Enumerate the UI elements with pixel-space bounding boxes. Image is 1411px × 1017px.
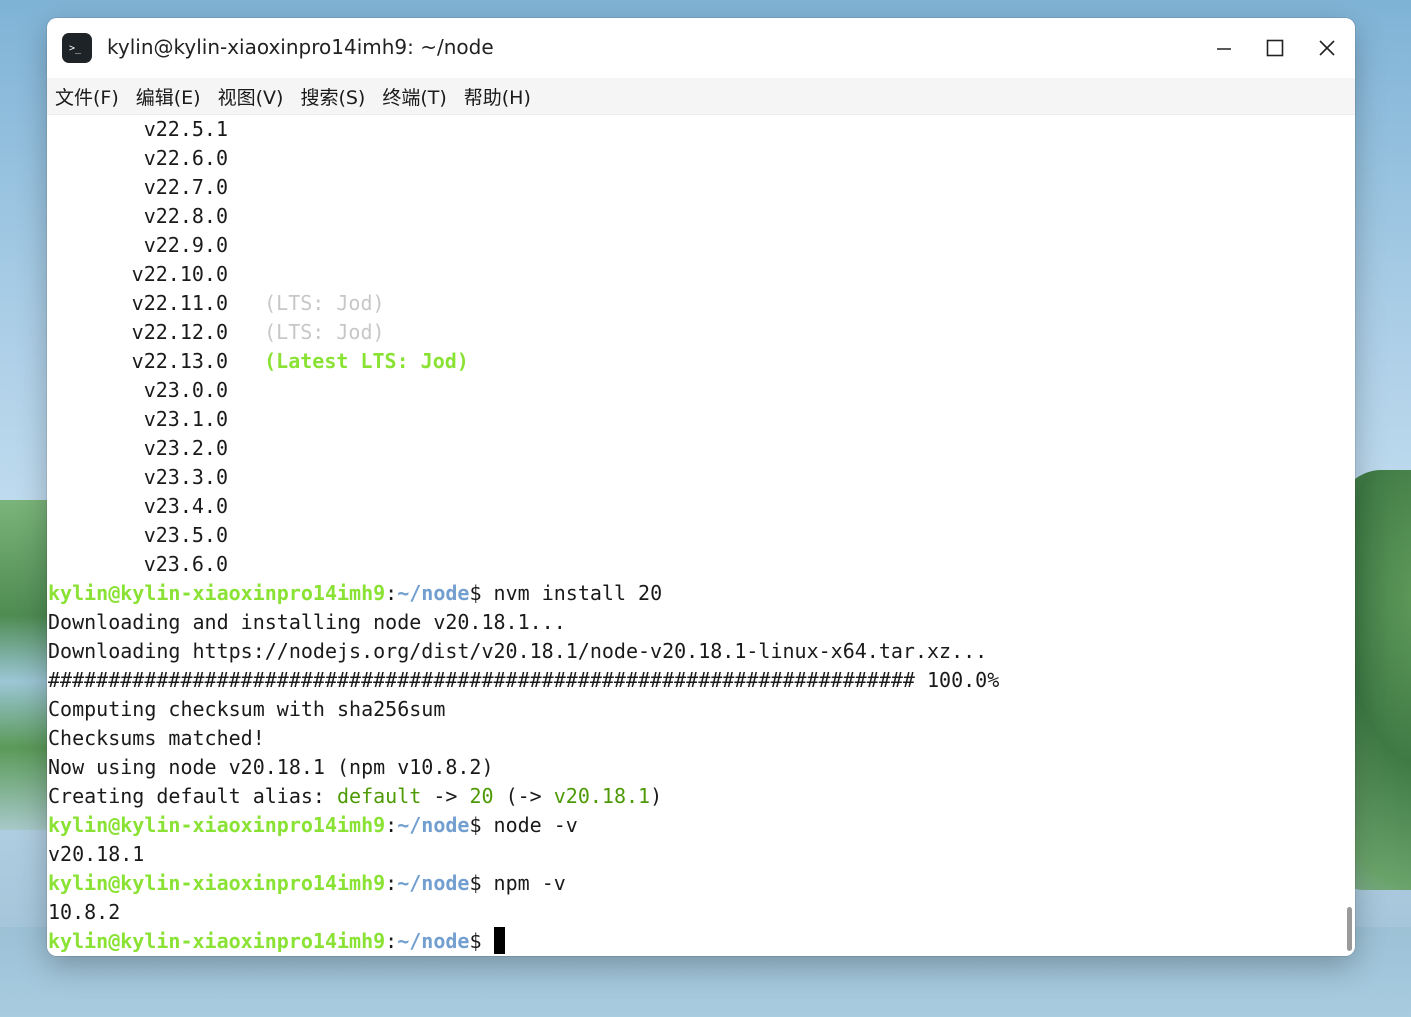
output-line: Downloading and installing node v20.18.1… <box>48 610 566 634</box>
title-bar[interactable]: >_ kylin@kylin-xiaoxinpro14imh9: ~/node <box>47 18 1355 78</box>
prompt-path: ~/node <box>397 813 470 837</box>
menu-bar: 文件(F) 编辑(E) 视图(V) 搜索(S) 终端(T) 帮助(H) <box>47 78 1355 115</box>
prompt-path: ~/node <box>397 871 470 895</box>
prompt-path: ~/node <box>397 581 470 605</box>
version-line: v23.2.0 <box>143 436 228 460</box>
menu-terminal[interactable]: 终端(T) <box>382 83 446 110</box>
lts-tag: (LTS: Jod) <box>264 291 385 315</box>
maximize-icon <box>1266 39 1284 57</box>
version-line: v22.8.0 <box>143 204 228 228</box>
close-icon <box>1319 40 1335 56</box>
terminal-icon: >_ <box>62 33 92 63</box>
command: npm -v <box>493 871 566 895</box>
minimize-icon <box>1217 48 1231 50</box>
prompt-line: kylin@kylin-xiaoxinpro14imh9:~/node$ nod… <box>48 813 578 837</box>
maximize-button[interactable] <box>1258 32 1292 64</box>
output-line: Computing checksum with sha256sum <box>48 697 446 721</box>
scrollbar[interactable] <box>1347 907 1352 951</box>
menu-file[interactable]: 文件(F) <box>55 83 119 110</box>
version-line: v22.11.0 (LTS: Jod) <box>131 291 385 315</box>
minimize-button[interactable] <box>1207 32 1241 64</box>
version-line: v22.13.0 (Latest LTS: Jod) <box>131 349 469 373</box>
alias-line: Creating default alias: default -> 20 (-… <box>48 784 663 808</box>
active-prompt-line[interactable]: kylin@kylin-xiaoxinpro14imh9:~/node$ <box>48 927 505 956</box>
prompt-line: kylin@kylin-xiaoxinpro14imh9:~/node$ nvm… <box>48 581 663 605</box>
version-line: v22.6.0 <box>143 146 228 170</box>
output-line: Now using node v20.18.1 (npm v10.8.2) <box>48 755 494 779</box>
command: nvm install 20 <box>493 581 663 605</box>
prompt-user: kylin@kylin-xiaoxinpro14imh9 <box>48 871 386 895</box>
menu-search[interactable]: 搜索(S) <box>300 83 365 110</box>
output-line: 10.8.2 <box>48 900 121 924</box>
window-title: kylin@kylin-xiaoxinpro14imh9: ~/node <box>107 35 494 59</box>
prompt-path: ~/node <box>397 929 470 953</box>
menu-edit[interactable]: 编辑(E) <box>136 83 201 110</box>
lts-tag: (LTS: Jod) <box>264 320 385 344</box>
output-line: Downloading https://nodejs.org/dist/v20.… <box>48 639 988 663</box>
prompt-user: kylin@kylin-xiaoxinpro14imh9 <box>48 581 386 605</box>
version-line: v23.5.0 <box>143 523 228 547</box>
version-line: v23.0.0 <box>143 378 228 402</box>
version-line: v23.6.0 <box>143 552 228 576</box>
version-line: v23.4.0 <box>143 494 228 518</box>
text-cursor <box>493 927 505 954</box>
version-line: v22.12.0 (LTS: Jod) <box>131 320 385 344</box>
menu-help[interactable]: 帮助(H) <box>464 83 531 110</box>
version-line: v23.1.0 <box>143 407 228 431</box>
close-button[interactable] <box>1310 32 1344 64</box>
latest-lts-tag: (Latest LTS: Jod) <box>264 349 469 373</box>
terminal-window: >_ kylin@kylin-xiaoxinpro14imh9: ~/node … <box>47 18 1355 956</box>
output-line: v20.18.1 <box>48 842 145 866</box>
command: node -v <box>493 813 578 837</box>
terminal-output[interactable]: v22.5.1 v22.6.0 v22.7.0 v22.8.0 v22.9.0 … <box>47 115 1355 956</box>
prompt-user: kylin@kylin-xiaoxinpro14imh9 <box>48 813 386 837</box>
prompt-user: kylin@kylin-xiaoxinpro14imh9 <box>48 929 386 953</box>
version-line: v22.5.1 <box>143 117 228 141</box>
version-line: v22.10.0 <box>131 262 228 286</box>
output-line: Checksums matched! <box>48 726 265 750</box>
version-line: v22.7.0 <box>143 175 228 199</box>
prompt-line: kylin@kylin-xiaoxinpro14imh9:~/node$ npm… <box>48 871 566 895</box>
version-line: v23.3.0 <box>143 465 228 489</box>
menu-view[interactable]: 视图(V) <box>218 83 284 110</box>
progress-bar-text: ########################################… <box>48 668 1000 692</box>
version-line: v22.9.0 <box>143 233 228 257</box>
